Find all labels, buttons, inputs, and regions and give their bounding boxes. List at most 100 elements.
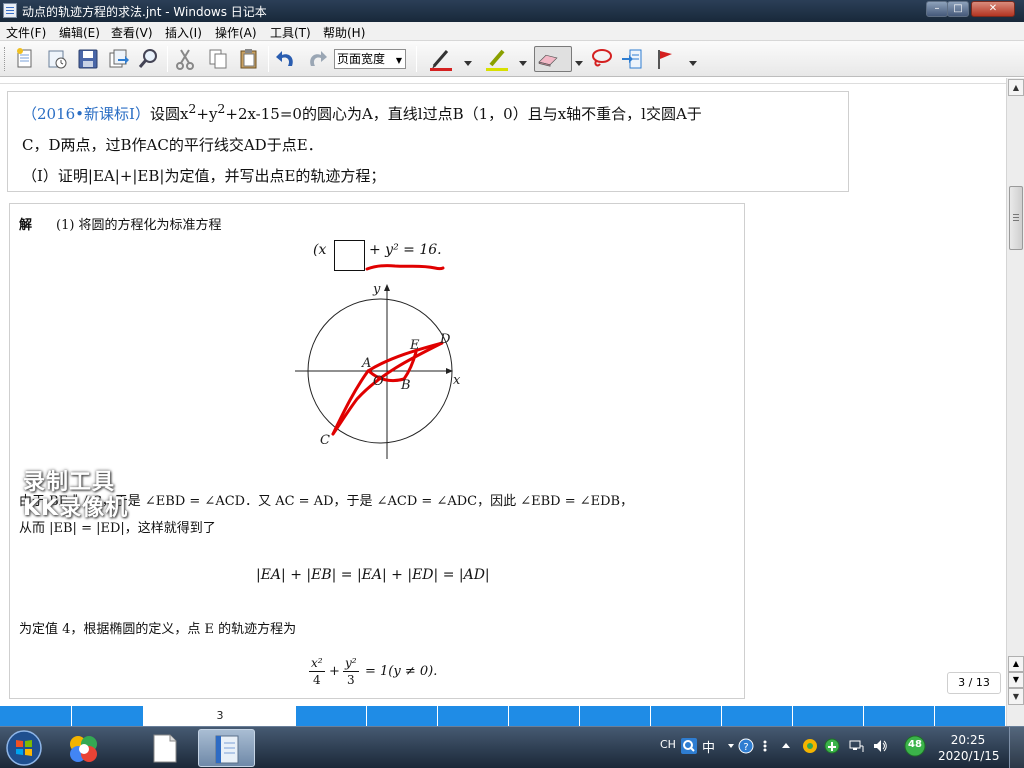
- page-tab[interactable]: [367, 706, 438, 726]
- maximize-button[interactable]: □: [947, 1, 969, 17]
- taskbar-app-browser[interactable]: [56, 729, 113, 767]
- toolbar-grip[interactable]: [4, 47, 7, 71]
- eq3-plus: +: [329, 664, 340, 679]
- volume-icon[interactable]: [872, 738, 888, 754]
- eq3-numerator-x: x²: [311, 656, 323, 670]
- ime-mode[interactable]: 中: [702, 737, 715, 756]
- help-icon[interactable]: ?: [738, 738, 754, 754]
- windows-journal-window: 动点的轨迹方程的求法.jnt - Windows 日记本 – □ ✕ 文件(F)…: [0, 0, 1024, 768]
- page-tab[interactable]: [296, 706, 367, 726]
- cover-box: [334, 240, 365, 271]
- eraser-icon[interactable]: [534, 46, 572, 72]
- menu-edit[interactable]: 编辑(E): [59, 24, 100, 41]
- highlighter-icon[interactable]: [484, 46, 510, 72]
- app-tray-icon[interactable]: [802, 738, 818, 754]
- problem-line-2: C，D两点，过B作AC的平行线交AD于点E．: [22, 136, 323, 154]
- save-icon[interactable]: [75, 46, 101, 72]
- network-icon[interactable]: [848, 738, 864, 754]
- scroll-down-icon[interactable]: ▼: [1008, 688, 1024, 705]
- scroll-thumb[interactable]: [1009, 186, 1023, 250]
- ime-options-icon[interactable]: [726, 738, 736, 754]
- page-tab[interactable]: [722, 706, 793, 726]
- point-d-label: D: [439, 332, 451, 347]
- solution-label: 解: [19, 218, 33, 233]
- input-language[interactable]: CH: [660, 738, 676, 751]
- pen-icon[interactable]: [428, 46, 454, 72]
- new-page-icon[interactable]: [12, 46, 38, 72]
- lasso-icon[interactable]: [588, 46, 614, 72]
- axis-x-label: x: [453, 373, 461, 388]
- conclusion-line: 为定值 4，根据椭圆的定义，点 E 的轨迹方程为: [19, 622, 297, 637]
- eq3-fraction-bar: [309, 671, 325, 672]
- equation-1-left: (x: [313, 242, 327, 258]
- clock-date: 2020/1/15: [938, 749, 1000, 763]
- page-tab[interactable]: [72, 706, 144, 726]
- redo-icon[interactable]: [304, 46, 330, 72]
- undo-icon[interactable]: [273, 46, 299, 72]
- page-tab[interactable]: [509, 706, 580, 726]
- paste-icon[interactable]: [236, 46, 262, 72]
- problem-text: +2x-15=0的圆心为A，直线l过点B（1，0）且与x轴不重合，l交圆A于: [225, 105, 702, 123]
- menu-bar: 文件(F) 编辑(E) 查看(V) 插入(I) 操作(A) 工具(T) 帮助(H…: [0, 22, 1024, 41]
- page-tab-strip: 3: [0, 706, 1006, 726]
- toolbar: 页面宽度 ▼: [0, 41, 1024, 77]
- clock-time: 20:25: [950, 733, 986, 747]
- equation-2: |EA| + |EB| = |EA| + |ED| = |AD|: [256, 567, 490, 583]
- scroll-page-up-icon[interactable]: ▲: [1008, 656, 1024, 672]
- solution-box[interactable]: 解 (1) 将圆的方程化为标准方程 (x + y² = 16. y x A O …: [9, 203, 745, 699]
- show-hidden-icons-icon[interactable]: [780, 738, 792, 754]
- start-button-icon[interactable]: [4, 729, 44, 767]
- menu-file[interactable]: 文件(F): [6, 24, 46, 41]
- scroll-up-icon[interactable]: ▲: [1008, 79, 1024, 96]
- circle-diagram: y x A O B C D E: [295, 282, 461, 459]
- page-tab[interactable]: [438, 706, 509, 726]
- page-tab[interactable]: [0, 706, 72, 726]
- pen-dropdown-icon[interactable]: [463, 53, 473, 66]
- zoom-select-value: 页面宽度: [337, 52, 386, 66]
- page-top-rule: [0, 83, 1006, 84]
- point-b-label: B: [400, 378, 411, 393]
- ime-search-icon[interactable]: [681, 738, 697, 754]
- flag-icon[interactable]: [652, 46, 678, 72]
- page-tab[interactable]: [580, 706, 651, 726]
- journal-page[interactable]: （2016•新课标Ⅰ）设圆x2+y2+2x-15=0的圆心为A，直线l过点B（1…: [0, 78, 1006, 705]
- page-tab-current[interactable]: 3: [144, 706, 296, 726]
- insert-space-icon[interactable]: [619, 46, 645, 72]
- menu-actions[interactable]: 操作(A): [215, 24, 257, 41]
- page-tab[interactable]: [864, 706, 935, 726]
- point-a-label: A: [361, 356, 371, 371]
- ime-settings-icon[interactable]: [760, 738, 770, 754]
- page-tab[interactable]: [793, 706, 864, 726]
- new-note-icon[interactable]: [44, 46, 70, 72]
- watermark-line-2: KK录像机: [23, 496, 129, 521]
- menu-view[interactable]: 查看(V): [111, 24, 153, 41]
- vertical-scrollbar[interactable]: ▲ ▲ ▼ ▼: [1006, 78, 1024, 706]
- scroll-page-down-icon[interactable]: ▼: [1008, 672, 1024, 688]
- system-clock[interactable]: 20:25 2020/1/15: [938, 732, 1000, 764]
- zoom-select[interactable]: 页面宽度 ▼: [334, 49, 406, 69]
- menu-help[interactable]: 帮助(H): [323, 24, 365, 41]
- windows-taskbar: CH 中 ? 48 20:25 2020/1/15: [0, 726, 1024, 768]
- menu-tools[interactable]: 工具(T): [270, 24, 311, 41]
- menu-insert[interactable]: 插入(I): [165, 24, 202, 41]
- highlighter-dropdown-icon[interactable]: [518, 53, 528, 66]
- page-tab[interactable]: [935, 706, 1006, 726]
- export-icon[interactable]: [105, 46, 131, 72]
- problem-line-1: （2016•新课标Ⅰ）设圆x2+y2+2x-15=0的圆心为A，直线l过点B（1…: [22, 101, 702, 124]
- journal-app-icon[interactable]: [3, 3, 17, 18]
- find-icon[interactable]: [136, 46, 162, 72]
- taskbar-app-journal[interactable]: [198, 729, 255, 767]
- security-tray-icon[interactable]: [824, 738, 840, 754]
- svg-text:?: ?: [743, 742, 748, 753]
- minimize-button[interactable]: –: [926, 1, 948, 17]
- copy-icon[interactable]: [205, 46, 231, 72]
- flag-dropdown-icon[interactable]: [688, 53, 698, 66]
- cut-icon[interactable]: [172, 46, 198, 72]
- show-desktop-button[interactable]: [1009, 727, 1024, 768]
- close-button[interactable]: ✕: [971, 1, 1015, 17]
- eraser-dropdown-icon[interactable]: [574, 53, 584, 66]
- taskbar-app-document[interactable]: [136, 729, 193, 767]
- eq3-denominator-3: 3: [347, 673, 355, 687]
- page-tab[interactable]: [651, 706, 722, 726]
- problem-box[interactable]: （2016•新课标Ⅰ）设圆x2+y2+2x-15=0的圆心为A，直线l过点B（1…: [7, 91, 849, 192]
